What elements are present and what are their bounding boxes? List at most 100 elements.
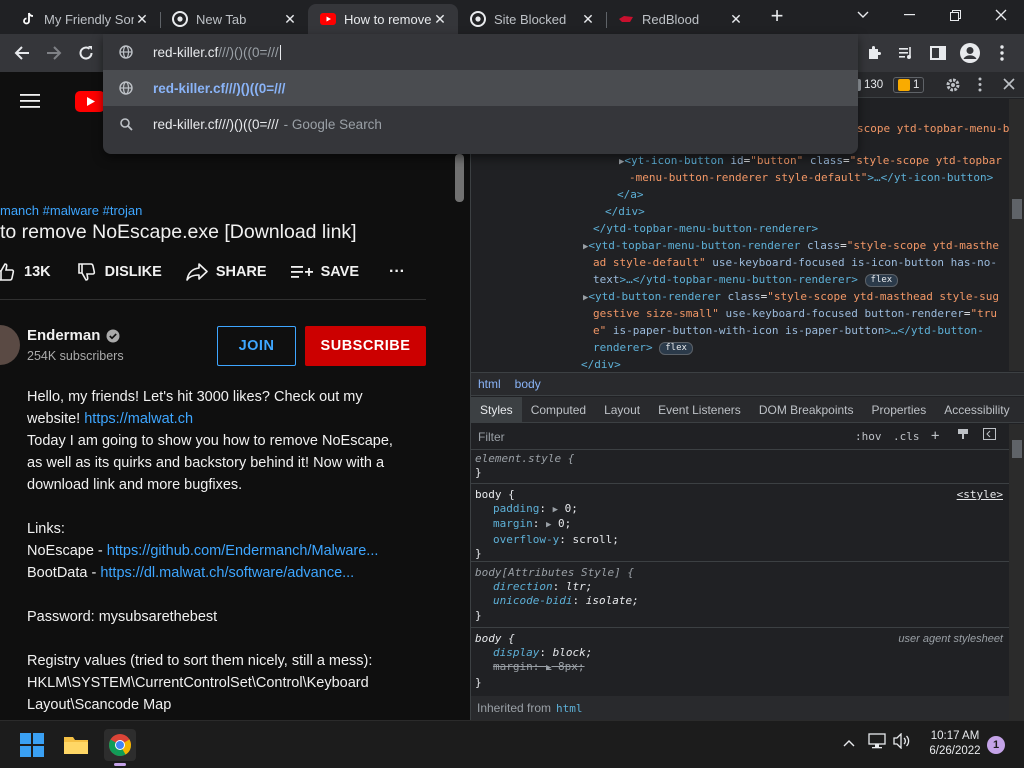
inherited-tag-link[interactable]: html <box>556 702 583 715</box>
dom-line[interactable]: </ytd-topbar-menu-button-renderer> <box>593 221 818 238</box>
tab-how-to-remove[interactable]: How to remove ✕ <box>308 4 458 34</box>
breadcrumb-html[interactable]: html <box>478 377 501 391</box>
suggestion-search[interactable]: red-killer.cf///)()((0=/// - Google Sear… <box>103 106 858 142</box>
css-property-overridden[interactable]: margin: ▶ 8px; <box>475 660 1005 675</box>
dom-line[interactable]: </div> <box>581 357 621 371</box>
tab-new-tab[interactable]: New Tab ✕ <box>160 4 308 34</box>
website-link[interactable]: https://malwat.ch <box>84 411 193 427</box>
css-property[interactable]: padding: ▶ 0; <box>475 502 1005 517</box>
style-rule-element[interactable]: element.style { } <box>471 450 1009 484</box>
dom-line[interactable]: renderer> flex <box>593 340 693 357</box>
youtube-logo-icon[interactable] <box>75 91 105 117</box>
subscribe-button[interactable]: SUBSCRIBE <box>305 326 426 366</box>
dom-line[interactable]: ▶<yt-icon-button id="button" class="styl… <box>619 153 1002 171</box>
save-button[interactable]: SAVE <box>290 264 359 280</box>
notification-badge[interactable]: 1 <box>987 736 1005 754</box>
new-rule-icon[interactable]: + <box>931 428 939 444</box>
page-scrollbar-thumb[interactable] <box>455 154 464 202</box>
css-property[interactable]: overflow-y: scroll; <box>475 533 1005 547</box>
flex-badge[interactable]: flex <box>659 341 693 355</box>
file-explorer-button[interactable] <box>60 729 92 761</box>
tab-search-icon[interactable] <box>840 0 886 30</box>
style-rule-body[interactable]: body { <style> padding: ▶ 0; margin: ▶ 0… <box>471 486 1009 562</box>
close-tab-icon[interactable]: ✕ <box>580 11 596 27</box>
side-panel-button[interactable] <box>924 39 952 67</box>
dom-line[interactable]: ▶<ytd-topbar-menu-button-renderer class=… <box>583 238 999 256</box>
close-tab-icon[interactable]: ✕ <box>134 11 150 27</box>
chrome-taskbar-button[interactable] <box>104 729 136 766</box>
noescape-link[interactable]: https://github.com/Endermanch/Malware... <box>107 543 379 559</box>
scrollbar-thumb[interactable] <box>1012 199 1022 219</box>
tab-layout[interactable]: Layout <box>595 397 649 423</box>
new-tab-button[interactable]: + <box>766 5 788 28</box>
bootdata-link[interactable]: https://dl.malwat.ch/software/advance... <box>100 565 354 581</box>
devtools-menu-icon[interactable] <box>978 77 982 97</box>
channel-name[interactable]: Enderman <box>27 327 120 344</box>
tab-accessibility[interactable]: Accessibility <box>935 397 1018 423</box>
tab-site-blocked[interactable]: Site Blocked ✕ <box>458 4 606 34</box>
scrollbar-thumb[interactable] <box>1012 440 1022 458</box>
dom-line[interactable]: e" is-paper-button-with-icon is-paper-bu… <box>593 323 984 340</box>
video-hashtags[interactable]: manch #malware #trojan <box>0 203 142 218</box>
back-button[interactable] <box>8 39 36 67</box>
tab-computed[interactable]: Computed <box>522 397 595 423</box>
dom-line[interactable]: </div> <box>605 204 645 221</box>
style-rule-attributes[interactable]: body[Attributes Style] { direction: ltr;… <box>471 564 1009 628</box>
tab-event-listeners[interactable]: Event Listeners <box>649 397 750 423</box>
settings-gear-icon[interactable] <box>945 77 961 98</box>
more-actions-button[interactable]: ··· <box>389 263 405 281</box>
styles-filter-input[interactable]: Filter <box>478 430 505 444</box>
extensions-button[interactable] <box>860 39 888 67</box>
breadcrumb-body[interactable]: body <box>515 377 541 391</box>
network-icon[interactable] <box>868 733 886 752</box>
dom-line[interactable]: </a> <box>617 187 644 204</box>
close-tab-icon[interactable]: ✕ <box>728 11 744 27</box>
close-devtools-icon[interactable] <box>1003 77 1015 95</box>
profile-button[interactable] <box>956 39 984 67</box>
close-tab-icon[interactable]: ✕ <box>432 11 448 27</box>
share-button[interactable]: SHARE <box>186 263 267 281</box>
close-window-button[interactable] <box>978 0 1024 30</box>
rule-source-link[interactable]: <style> <box>957 488 1003 502</box>
tray-overflow-chevron-icon[interactable] <box>843 735 855 750</box>
paint-icon[interactable] <box>957 428 969 443</box>
start-button[interactable] <box>16 729 48 761</box>
issues-warnings-badge[interactable]: 1 <box>893 77 925 93</box>
dom-line[interactable]: gestive size-small" use-keyboard-focused… <box>593 306 997 323</box>
address-bar[interactable]: red-killer.cf///)()((0=/// <box>103 34 858 70</box>
reload-button[interactable] <box>72 39 100 67</box>
class-toggle[interactable]: .cls <box>893 430 920 443</box>
chrome-menu-button[interactable] <box>988 39 1016 67</box>
style-rule-user-agent[interactable]: body { user agent stylesheet display: bl… <box>471 630 1009 690</box>
dom-line[interactable]: ▶<ytd-button-renderer class="style-scope… <box>583 289 999 307</box>
join-button[interactable]: JOIN <box>217 326 296 366</box>
hamburger-menu-icon[interactable] <box>20 94 40 113</box>
css-property[interactable]: display: block; <box>475 646 1005 660</box>
like-button[interactable]: 13K <box>0 262 51 282</box>
dom-line[interactable]: -menu-button-renderer style-default">…</… <box>629 170 993 187</box>
tab-dom-breakpoints[interactable]: DOM Breakpoints <box>750 397 863 423</box>
elements-scrollbar[interactable] <box>1009 99 1024 371</box>
tab-redblood[interactable]: RedBlood ✕ <box>606 4 754 34</box>
css-property[interactable]: unicode-bidi: isolate; <box>475 594 1005 608</box>
system-clock[interactable]: 10:17 AM 6/26/2022 <box>920 729 990 759</box>
media-controls-button[interactable] <box>892 39 920 67</box>
tab-styles[interactable]: Styles <box>471 396 522 423</box>
close-tab-icon[interactable]: ✕ <box>282 11 298 27</box>
flex-badge[interactable]: flex <box>864 273 899 287</box>
avatar[interactable] <box>0 325 20 365</box>
restore-button[interactable] <box>932 0 978 30</box>
css-property[interactable]: margin: ▶ 0; <box>475 517 1005 532</box>
dom-line[interactable]: text>…</ytd-topbar-menu-button-renderer>… <box>593 272 899 289</box>
styles-scrollbar[interactable] <box>1009 424 1024 720</box>
minimize-button[interactable] <box>886 0 932 30</box>
dom-line[interactable]: scope ytd-topbar-menu-bu <box>857 121 1009 138</box>
tab-properties[interactable]: Properties <box>863 397 936 423</box>
suggestion-url[interactable]: red-killer.cf///)()((0=/// <box>103 70 858 106</box>
forward-button[interactable] <box>40 39 68 67</box>
tab-my-friendly-son[interactable]: My Friendly Son ✕ <box>8 4 160 34</box>
dom-line[interactable]: ad style-default" use-keyboard-focused i… <box>593 255 997 272</box>
hover-state-toggle[interactable]: :hov <box>855 430 882 443</box>
volume-icon[interactable] <box>893 732 911 752</box>
toggle-sidebar-icon[interactable] <box>983 428 996 443</box>
